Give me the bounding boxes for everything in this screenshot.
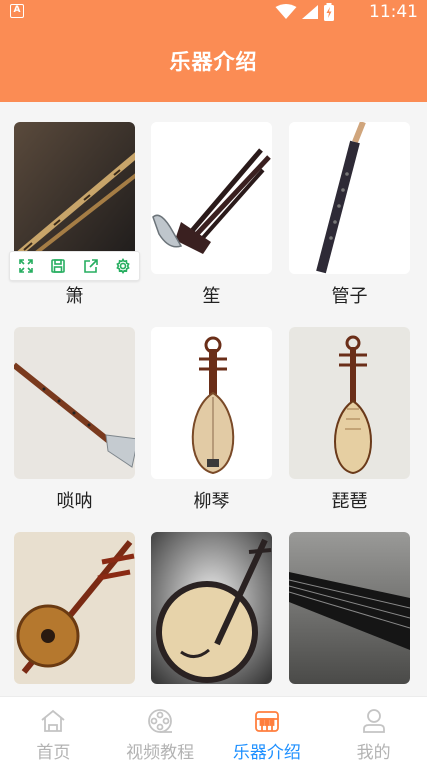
page-title: 乐器介绍 bbox=[169, 50, 258, 74]
instrument-image-8 bbox=[151, 532, 272, 684]
instrument-label: 箫 bbox=[65, 286, 84, 307]
nav-item-instrument-intro[interactable]: 乐器介绍 bbox=[214, 697, 321, 762]
instrument-card-8[interactable] bbox=[151, 532, 272, 696]
app-notification-icon: A bbox=[10, 4, 24, 18]
status-icons bbox=[275, 3, 335, 21]
nav-item-mine[interactable]: 我的 bbox=[320, 697, 427, 762]
nav-label: 我的 bbox=[356, 743, 391, 762]
nav-item-video-tutorials[interactable]: 视频教程 bbox=[107, 697, 214, 762]
instrument-label: 管子 bbox=[331, 286, 368, 307]
instrument-image-9 bbox=[289, 532, 410, 684]
instrument-image-pipa bbox=[289, 327, 410, 479]
nav-label: 首页 bbox=[36, 743, 71, 762]
film-reel-icon bbox=[148, 709, 173, 733]
instrument-card-7[interactable] bbox=[14, 532, 135, 696]
instrument-label: 琵琶 bbox=[331, 491, 368, 512]
wifi-icon bbox=[275, 4, 297, 19]
settings-icon[interactable] bbox=[112, 255, 134, 277]
instrument-image-suona bbox=[14, 327, 135, 479]
instrument-image-liuqin bbox=[151, 327, 272, 479]
battery-icon bbox=[324, 3, 334, 21]
instrument-image-sheng bbox=[151, 122, 272, 274]
instrument-card-suona[interactable]: 唢呐 bbox=[14, 327, 135, 513]
header: 乐器介绍 bbox=[0, 24, 427, 102]
share-icon[interactable] bbox=[80, 255, 102, 277]
instrument-label: 柳琴 bbox=[193, 491, 230, 512]
instrument-card-liuqin[interactable]: 柳琴 bbox=[151, 327, 272, 513]
status-bar: A 11:41 bbox=[0, 0, 427, 24]
instrument-label: 唢呐 bbox=[56, 491, 93, 512]
bottom-nav: 首页 视频教程 乐器介绍 我的 bbox=[0, 696, 427, 762]
nav-label: 乐器介绍 bbox=[232, 743, 301, 762]
user-icon bbox=[362, 709, 385, 733]
save-icon[interactable] bbox=[47, 255, 69, 277]
nav-label: 视频教程 bbox=[126, 743, 195, 762]
instrument-card-pipa[interactable]: 琵琶 bbox=[289, 327, 410, 513]
floating-toolbar bbox=[9, 251, 140, 281]
expand-icon[interactable] bbox=[15, 255, 37, 277]
signal-icon bbox=[302, 5, 318, 19]
piano-icon bbox=[254, 711, 279, 732]
nav-item-home[interactable]: 首页 bbox=[0, 697, 107, 762]
instrument-card-sheng[interactable]: 笙 bbox=[151, 122, 272, 308]
instrument-card-9[interactable] bbox=[289, 532, 410, 696]
instrument-image-7 bbox=[14, 532, 135, 684]
instrument-card-guanzi[interactable]: 管子 bbox=[289, 122, 410, 308]
status-time: 11:41 bbox=[369, 2, 418, 22]
home-icon bbox=[41, 709, 65, 732]
instrument-image-guanzi bbox=[289, 122, 410, 274]
instrument-label: 笙 bbox=[202, 286, 221, 307]
instrument-grid: 箫 笙 管子 唢呐 柳琴 琵琶 bbox=[0, 102, 427, 696]
